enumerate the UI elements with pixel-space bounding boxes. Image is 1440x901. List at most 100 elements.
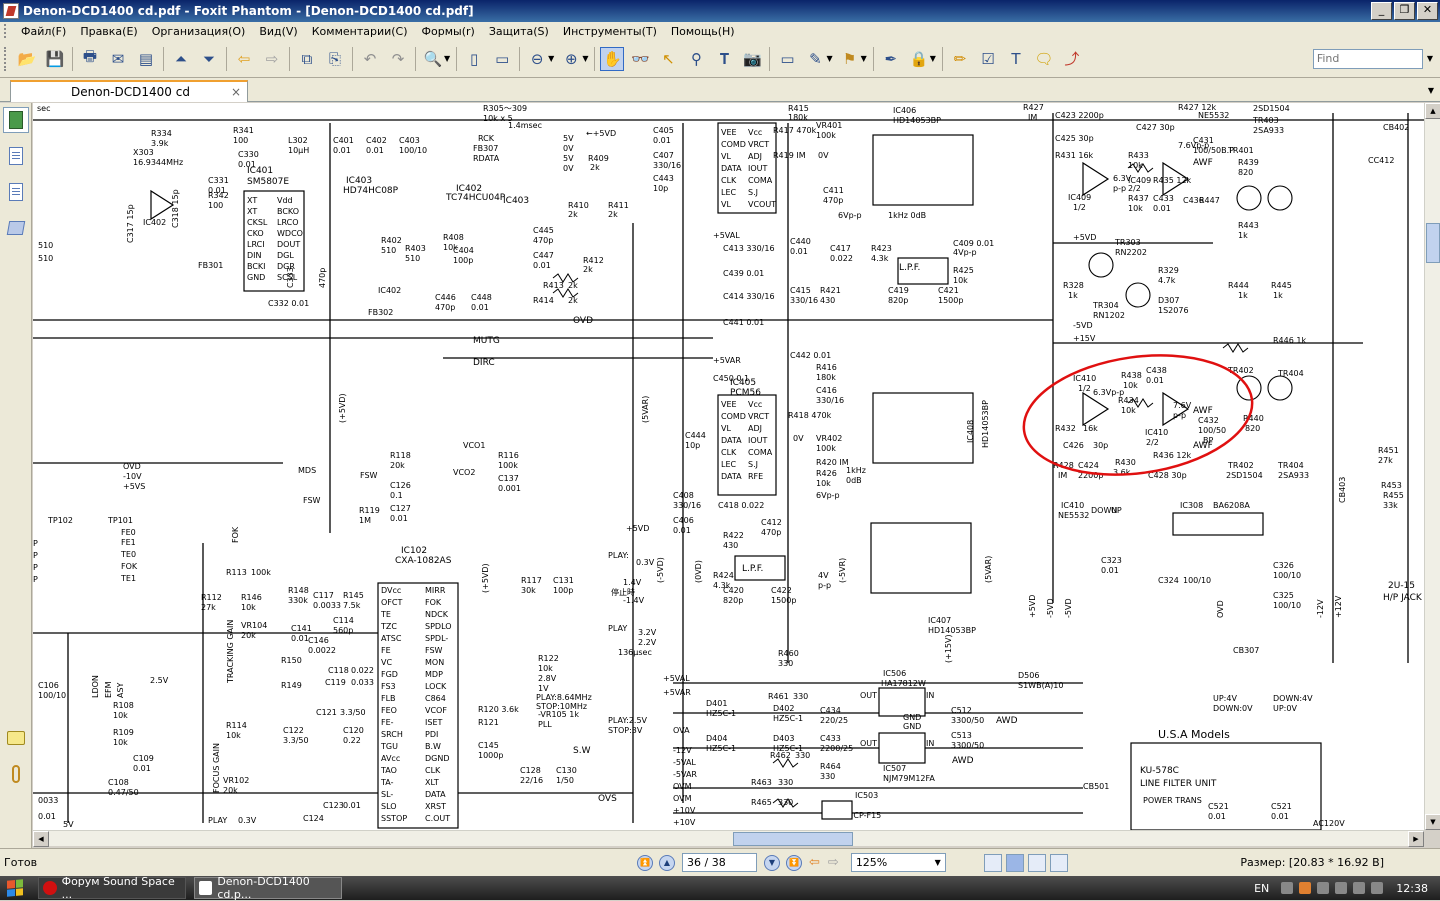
continuous-page-icon[interactable] — [1005, 853, 1024, 872]
page-down-icon[interactable]: ⏷ — [197, 47, 221, 71]
lock-dropdown-icon[interactable]: ▼ — [930, 54, 936, 63]
clock[interactable]: 12:38 — [1396, 882, 1428, 895]
menu-help[interactable]: Помощь(H) — [664, 25, 742, 38]
save-icon[interactable]: 💾 — [43, 47, 67, 71]
select-arrow-icon[interactable]: ↖ — [656, 47, 680, 71]
tab-list-dropdown-icon[interactable]: ▼ — [1424, 80, 1438, 100]
speaker-icon[interactable] — [1371, 882, 1384, 894]
pdf-create-icon[interactable]: ⤴ — [1060, 47, 1084, 71]
tray-arrow-icon[interactable] — [1281, 882, 1294, 894]
find-input[interactable] — [1312, 48, 1423, 69]
single-page-icon[interactable] — [983, 853, 1002, 872]
zoom-dropdown-icon[interactable]: ▼ — [444, 54, 450, 63]
menu-comments[interactable]: Комментарии(C) — [305, 25, 415, 38]
forward-arrow-icon[interactable]: ⇨ — [260, 47, 284, 71]
comments-panel-button[interactable] — [3, 725, 29, 751]
toolbar-grip[interactable] — [4, 46, 10, 71]
menubar-grip[interactable] — [4, 24, 10, 38]
restore-button[interactable]: ❐ — [1394, 2, 1415, 20]
pencil-dropdown-icon[interactable]: ▼ — [826, 54, 832, 63]
minimize-button[interactable]: _ — [1371, 2, 1392, 20]
print-icon[interactable]: 🖶 — [78, 47, 102, 71]
network-icon[interactable] — [1317, 882, 1330, 894]
text-select-icon[interactable]: 𝐓 — [712, 47, 736, 71]
zoom-dropdown-icon[interactable]: ▼ — [935, 858, 941, 867]
taskbar-item-foxit[interactable]: Denon-DCD1400 cd.p... — [194, 875, 342, 901]
close-button[interactable]: ✕ — [1417, 2, 1438, 20]
fit-width-icon[interactable]: ▭ — [490, 47, 514, 71]
scroll-up-icon[interactable]: ▲ — [1425, 103, 1440, 119]
menu-view[interactable]: Вид(V) — [252, 25, 304, 38]
scroll-down-icon[interactable]: ▼ — [1425, 814, 1440, 830]
attachments-panel-button[interactable] — [3, 761, 29, 787]
pages-panel-button[interactable] — [3, 107, 29, 133]
find-dropdown-icon[interactable]: ▼ — [1427, 54, 1433, 63]
taskbar-item-opera[interactable]: Форум Sound Space ... — [38, 875, 186, 901]
menu-file[interactable]: Файл(F) — [14, 25, 73, 38]
last-page-icon[interactable]: ⏬ — [786, 854, 802, 871]
facing-page-icon[interactable] — [1027, 853, 1046, 872]
previous-page-icon[interactable]: ▲ — [659, 854, 675, 871]
document-view[interactable]: XT XT CKSL CKO LRCI DIN BCKI GND Vdd BCKO LRCO WDC… — [33, 103, 1424, 830]
extract-pages-icon[interactable]: ⧉ — [295, 47, 319, 71]
page-up-icon[interactable]: ⏶ — [169, 47, 193, 71]
svg-text:TE1: TE1 — [120, 574, 136, 583]
binoculars-icon[interactable]: ⚲ — [684, 47, 708, 71]
menu-forms[interactable]: Формы(r) — [415, 25, 482, 38]
start-button[interactable] — [0, 877, 30, 899]
menu-tools[interactable]: Инструменты(T) — [556, 25, 664, 38]
edit-object-icon[interactable]: ☑ — [976, 47, 1000, 71]
zoom-icon[interactable]: 🔍 — [421, 47, 445, 71]
open-icon[interactable]: 📂 — [15, 47, 39, 71]
tab-close-icon[interactable]: × — [231, 85, 241, 99]
zoom-out-icon[interactable]: ⊖ — [525, 47, 549, 71]
next-page-icon[interactable]: ▼ — [764, 854, 780, 871]
bookmarks-panel-button[interactable] — [3, 143, 29, 169]
language-indicator[interactable]: EN — [1254, 882, 1269, 895]
zoom-in-dropdown-icon[interactable]: ▼ — [582, 54, 588, 63]
undo-icon[interactable]: ↶ — [358, 47, 382, 71]
first-page-icon[interactable]: ⏫ — [637, 854, 653, 871]
stamp-icon[interactable]: ⚑ — [838, 47, 862, 71]
menu-protect[interactable]: Защита(S) — [482, 25, 556, 38]
signatures-panel-button[interactable] — [3, 179, 29, 205]
signal-icon[interactable] — [1353, 882, 1366, 894]
scroll-right-icon[interactable]: ▶ — [1408, 831, 1424, 847]
mail-icon[interactable]: ✉ — [106, 47, 130, 71]
tab-document[interactable]: Denon-DCD1400 cd × — [10, 80, 248, 102]
lock-icon[interactable]: 🔒 — [907, 47, 931, 71]
typewriter-icon[interactable]: T — [1004, 47, 1028, 71]
menu-edit[interactable]: Правка(E) — [73, 25, 144, 38]
vertical-scroll-thumb[interactable] — [1426, 223, 1440, 263]
stamp-dropdown-icon[interactable]: ▼ — [861, 54, 867, 63]
snapshot-icon[interactable]: 📷 — [740, 47, 764, 71]
layers-panel-button[interactable] — [3, 215, 29, 241]
redo-icon[interactable]: ↷ — [386, 47, 410, 71]
vertical-scrollbar[interactable]: ▲ ▼ — [1424, 103, 1440, 830]
horizontal-scrollbar[interactable]: ◀ ▶ — [33, 830, 1424, 847]
scroll-left-icon[interactable]: ◀ — [33, 831, 49, 847]
sign-icon[interactable]: ✒ — [879, 47, 903, 71]
tray-app-icon[interactable] — [1299, 882, 1312, 894]
pencil-tool-icon[interactable]: ✎ — [803, 47, 827, 71]
loupe-icon[interactable]: 👓 — [628, 47, 652, 71]
rectangle-tool-icon[interactable]: ▭ — [775, 47, 799, 71]
page-number-field[interactable]: 36 / 38 — [682, 853, 757, 872]
menu-organize[interactable]: Организация(O) — [145, 25, 253, 38]
insert-pages-icon[interactable]: ⎘ — [323, 47, 347, 71]
scan-icon[interactable]: ▤ — [134, 47, 158, 71]
fit-page-icon[interactable]: ▯ — [462, 47, 486, 71]
edit-text-icon[interactable]: ✏ — [948, 47, 972, 71]
note-icon[interactable]: 🗨 — [1032, 47, 1056, 71]
back-arrow-icon[interactable]: ⇦ — [232, 47, 256, 71]
continuous-facing-icon[interactable] — [1049, 853, 1068, 872]
zoom-in-icon[interactable]: ⊕ — [559, 47, 583, 71]
next-view-icon[interactable]: ⇨ — [828, 855, 839, 870]
previous-view-icon[interactable]: ⇦ — [809, 855, 820, 870]
volume-icon[interactable] — [1335, 882, 1348, 894]
hand-tool-icon[interactable]: ✋ — [600, 46, 625, 71]
zoom-out-dropdown-icon[interactable]: ▼ — [548, 54, 554, 63]
zoom-field[interactable]: 125% ▼ — [850, 853, 946, 872]
foxit-app-icon[interactable] — [3, 3, 19, 19]
horizontal-scroll-thumb[interactable] — [733, 832, 853, 846]
